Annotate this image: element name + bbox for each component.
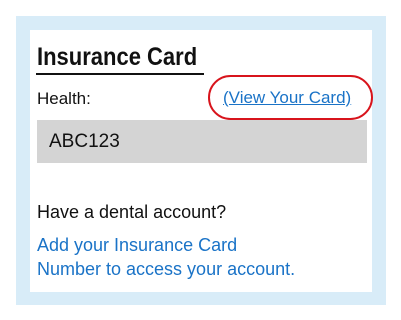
insurance-card-panel: Insurance Card Health: (View Your Card) …: [30, 30, 373, 292]
card-number-value: ABC123: [49, 131, 120, 152]
highlight-ring: [208, 75, 373, 120]
dental-account-question: Have a dental account?: [37, 202, 227, 222]
add-insurance-card-link-line2: Number to access your account.: [37, 259, 296, 279]
card-number-field: ABC123: [37, 120, 367, 163]
add-insurance-card-link-line1: Add your Insurance Card: [37, 235, 238, 255]
health-label: Health:: [37, 89, 91, 108]
insurance-card-panel-frame: Insurance Card Health: (View Your Card) …: [16, 16, 386, 305]
title-underline: [36, 73, 204, 75]
panel-title: Insurance Card: [37, 43, 198, 71]
add-insurance-card-link[interactable]: Add your Insurance Card Number to access…: [37, 233, 295, 281]
